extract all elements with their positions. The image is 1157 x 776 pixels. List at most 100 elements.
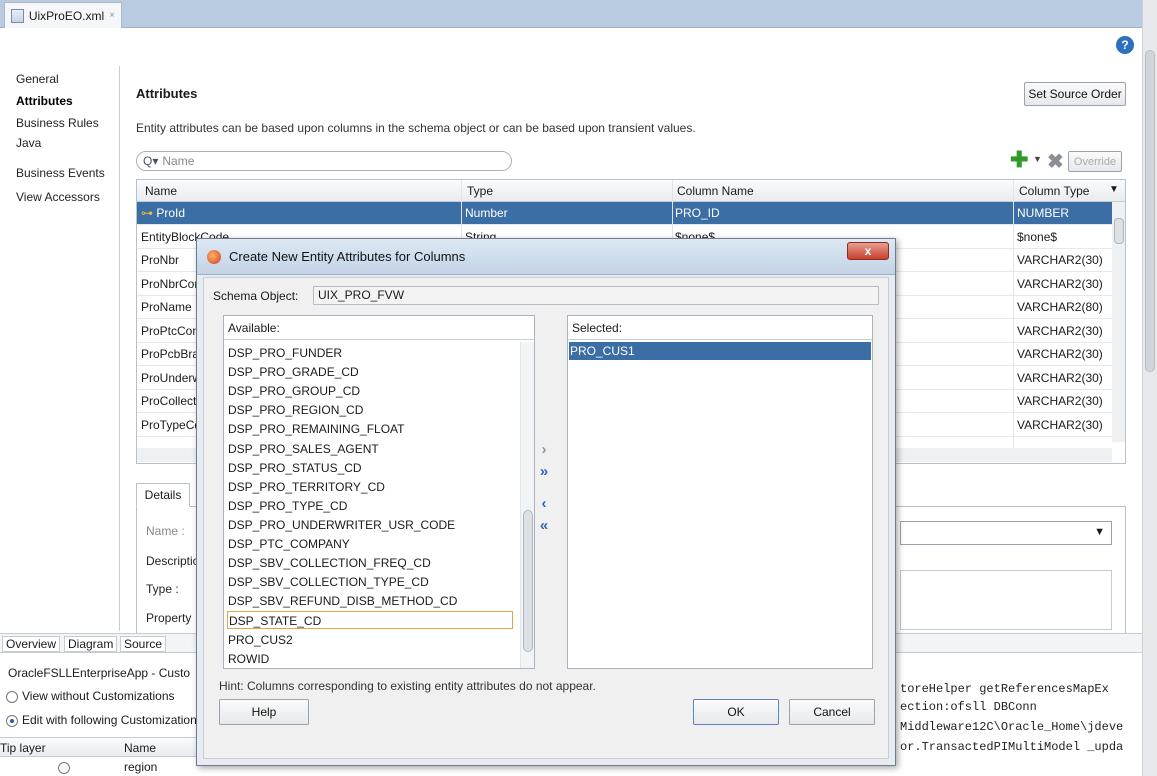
available-column-item[interactable]: DSP_PRO_SALES_AGENT [227,440,379,458]
help-button[interactable]: Help [219,699,309,725]
table-row[interactable]: ⊶ ProId Number PRO_ID NUMBER [137,202,1112,225]
tab-details[interactable]: Details [136,483,190,507]
radio-icon[interactable] [58,761,70,774]
available-column-item[interactable]: DSP_PRO_GROUP_CD [227,382,360,400]
editor-vertical-scrollbar[interactable] [1142,0,1157,776]
cell-name: ProId [156,206,186,220]
view-without-customizations-option[interactable]: View without Customizations [6,689,175,703]
col-header-name: Name [124,741,157,755]
log-line: toreHelper getReferencesMapEx [900,682,1109,696]
available-column-item[interactable]: DSP_PRO_TERRITORY_CD [227,478,385,496]
dialog-titlebar[interactable]: Create New Entity Attributes for Columns… [197,239,895,275]
column-menu-icon[interactable]: ▼ [1109,184,1119,195]
available-column-item[interactable]: DSP_PRO_REMAINING_FLOAT [227,420,404,438]
cell-type: Number [465,206,508,220]
nav-item-view-accessors[interactable]: View Accessors [16,190,100,204]
set-source-order-button[interactable]: Set Source Order [1024,82,1126,106]
available-columns-list[interactable]: Available: DSP_PRO_FUNDER DSP_PRO_GRADE_C… [223,315,535,669]
editor-tab-strip [0,0,1142,28]
tab-overview[interactable]: Overview [2,636,61,652]
ok-button[interactable]: OK [693,699,779,725]
type-select[interactable]: ▼ [900,521,1112,545]
cell-name: ProName [141,300,192,314]
remove-all-arrow-icon[interactable]: « [535,517,553,535]
available-column-item[interactable]: ROWID [227,650,269,668]
available-column-item[interactable]: DSP_PRO_STATUS_CD [227,459,362,477]
layer-row-name: region [124,760,158,774]
search-icon[interactable]: Q▾ [143,154,158,168]
cell-name: ProPtcCom [141,323,203,338]
cell-column-type: VARCHAR2(30) [1017,347,1103,361]
available-column-item[interactable]: DSP_SBV_COLLECTION_TYPE_CD [227,573,429,591]
add-all-arrow-icon[interactable]: » [535,463,553,481]
nav-item-business-rules[interactable]: Business Rules [16,116,99,130]
add-attribute-icon[interactable]: ✚ [1010,149,1030,171]
add-selected-arrow-icon[interactable]: › [535,441,553,459]
available-column-item[interactable]: DSP_PRO_FUNDER [227,344,342,362]
customization-layer-header: Tip layer Name [0,737,210,757]
available-column-item[interactable]: DSP_PTC_COMPANY [227,535,350,553]
cell-name: ProCollecto [141,394,204,408]
option-label: Edit with following Customization [22,713,197,727]
available-column-item[interactable]: DSP_PRO_GRADE_CD [227,363,359,381]
create-entity-attributes-dialog: Create New Entity Attributes for Columns… [196,238,896,766]
available-column-item[interactable]: DSP_PRO_UNDERWRITER_USR_CODE [227,516,455,534]
nav-item-general[interactable]: General [16,72,59,86]
nav-item-java[interactable]: Java [16,136,41,150]
edit-with-customizations-option[interactable]: Edit with following Customization [6,713,197,727]
scrollbar-thumb[interactable] [1114,218,1124,244]
cell-column-type: VARCHAR2(30) [1017,253,1103,267]
col-header-type[interactable]: Type [467,184,493,198]
scrollbar-thumb[interactable] [1145,50,1155,372]
add-dropdown-icon[interactable]: ▼ [1033,154,1042,164]
available-column-item[interactable]: DSP_SBV_REFUND_DISB_METHOD_CD [227,592,457,610]
table-header: Name Type Column Name Column Type ▼ [137,180,1125,202]
available-column-item[interactable]: DSP_SBV_COLLECTION_FREQ_CD [227,554,431,572]
tab-source[interactable]: Source [120,636,167,652]
col-header-column-name[interactable]: Column Name [677,184,754,198]
remove-selected-arrow-icon[interactable]: ‹ [535,495,553,513]
details-description-label: Descriptio [146,554,200,568]
cell-name-wrap: ⊶ ProId [141,206,185,220]
overview-nav: General Attributes Business Rules Java B… [12,66,120,631]
log-line: Middleware12C\Oracle_Home\jdeve [900,720,1124,734]
table-vertical-scrollbar[interactable] [1112,202,1125,442]
selected-columns-list[interactable]: Selected: PRO_CUS1 [567,315,873,669]
selected-label: Selected: [568,316,872,340]
cell-column-name: PRO_ID [675,206,720,220]
attributes-description: Entity attributes can be based upon colu… [136,121,696,135]
nav-item-attributes[interactable]: Attributes [16,94,73,108]
available-column-item[interactable]: DSP_STATE_CD [227,611,513,630]
log-line: ection:ofsll DBConn [900,700,1037,714]
tab-close-icon[interactable]: × [109,10,115,21]
column-divider [1013,180,1014,455]
nav-item-business-events[interactable]: Business Events [16,166,105,180]
cell-column-type: $none$ [1017,229,1058,244]
schema-object-label: Schema Object: [213,289,299,303]
col-header-column-type[interactable]: Column Type [1019,184,1089,198]
cancel-button[interactable]: Cancel [789,699,875,725]
tab-diagram[interactable]: Diagram [64,636,118,652]
attributes-heading: Attributes [136,86,198,101]
available-scrollbar[interactable] [520,342,534,668]
editor-tab-uixproeo[interactable]: UixProEO.xml × [4,2,122,28]
override-button[interactable]: Override [1068,151,1122,172]
col-header-name[interactable]: Name [145,184,177,198]
layer-row-radio[interactable] [58,760,74,774]
cell-name: ProNbr [141,253,180,267]
radio-icon[interactable] [6,690,18,703]
dialog-close-button[interactable]: x [847,242,889,260]
primary-key-icon: ⊶ [141,206,157,220]
log-output: toreHelper getReferencesMapEx ection:ofs… [900,660,1142,776]
details-type-label: Type : [146,582,179,596]
scrollbar-thumb[interactable] [523,510,533,652]
available-column-item[interactable]: DSP_PRO_TYPE_CD [227,497,347,515]
delete-icon[interactable]: ✖ [1047,149,1064,174]
type-detail-area [900,570,1112,630]
available-column-item[interactable]: PRO_CUS2 [227,631,293,649]
available-column-item[interactable]: DSP_PRO_REGION_CD [227,401,363,419]
attribute-search-input[interactable]: Q▾ Name [136,151,512,171]
radio-selected-icon[interactable] [6,714,18,727]
selected-column-item[interactable]: PRO_CUS1 [569,342,871,360]
help-icon[interactable]: ? [1116,36,1134,54]
